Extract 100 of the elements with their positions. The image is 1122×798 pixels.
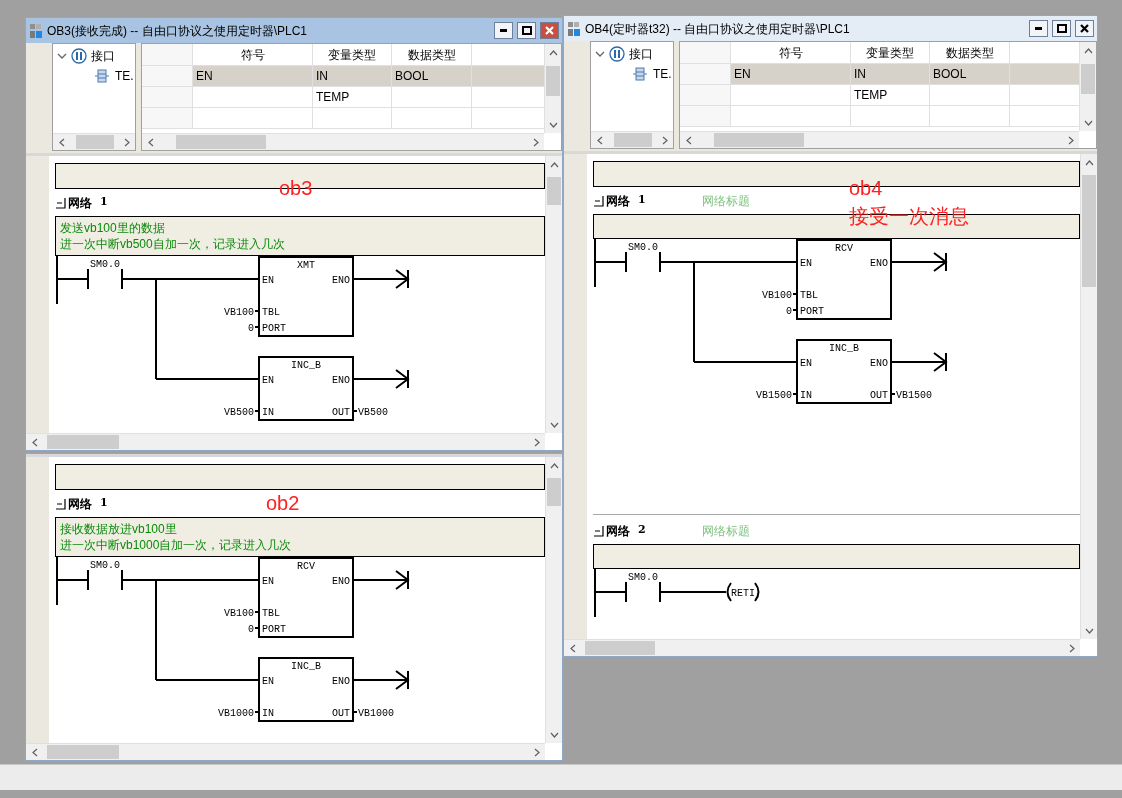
operand-label: VB1000 [218, 708, 254, 719]
row-header-cell[interactable] [680, 106, 731, 126]
scroll-down-icon[interactable] [549, 731, 559, 738]
scrollbar-thumb[interactable] [585, 641, 655, 655]
table-row[interactable]: TEMP [680, 85, 1079, 106]
column-header[interactable]: 符号 [193, 44, 313, 65]
horizontal-scrollbar[interactable] [26, 433, 545, 450]
horizontal-scrollbar[interactable] [564, 639, 1080, 656]
minimize-button[interactable] [1029, 20, 1048, 37]
collapse-icon[interactable] [55, 497, 66, 510]
scroll-up-icon[interactable] [1083, 47, 1093, 54]
scroll-up-icon[interactable] [549, 161, 559, 168]
vertical-scrollbar[interactable] [545, 156, 562, 433]
scroll-right-icon[interactable] [533, 747, 540, 757]
output-arrow [933, 352, 948, 372]
table-row[interactable]: EN IN BOOL [142, 66, 544, 87]
maximize-button[interactable] [1052, 20, 1071, 37]
vertical-scrollbar[interactable] [1080, 154, 1097, 639]
scrollbar-thumb[interactable] [547, 177, 561, 205]
close-button[interactable] [1075, 20, 1094, 37]
scroll-down-icon[interactable] [1083, 119, 1093, 126]
scroll-down-icon[interactable] [1084, 627, 1094, 634]
row-header-cell[interactable] [142, 66, 193, 86]
tree-item[interactable]: 接口 [91, 47, 115, 65]
scrollbar-thumb[interactable] [47, 745, 119, 759]
tree-item[interactable]: TE. [653, 65, 672, 83]
scroll-left-icon[interactable] [596, 135, 603, 145]
scroll-up-icon[interactable] [1084, 159, 1094, 166]
operand-label: 0 [786, 306, 792, 317]
minimize-icon [500, 29, 507, 32]
row-header-cell[interactable] [142, 108, 193, 128]
scroll-right-icon[interactable] [1067, 135, 1074, 145]
scroll-right-icon[interactable] [1068, 643, 1075, 653]
scrollbar-thumb[interactable] [76, 135, 114, 149]
tree-item[interactable]: TE. [115, 67, 134, 85]
operand-label: VB1500 [896, 390, 932, 401]
vertical-scrollbar[interactable] [544, 44, 561, 133]
scroll-left-icon[interactable] [147, 137, 154, 147]
network-label: 网络 [606, 522, 630, 540]
scroll-left-icon[interactable] [31, 437, 38, 447]
network-comment-box[interactable]: 发送vb100里的数据 进一次中断vb500自加一次，记录进入几次 [55, 216, 545, 256]
column-header[interactable]: 数据类型 [930, 42, 1010, 63]
pin-label: EN [262, 275, 274, 286]
horizontal-scrollbar[interactable] [26, 743, 545, 760]
pin-label: OUT [332, 407, 350, 418]
row-header-cell[interactable] [142, 87, 193, 107]
scroll-right-icon[interactable] [532, 137, 539, 147]
pin-label: TBL [262, 307, 280, 318]
network-comment-box[interactable] [593, 544, 1080, 569]
table-row[interactable]: TEMP [142, 87, 544, 108]
block-name: INC_B [829, 343, 859, 354]
scrollbar-thumb[interactable] [176, 135, 266, 149]
network-comment-box[interactable]: 接收数据放进vb100里 进一次中断vb1000自加一次，记录进入几次 [55, 517, 545, 557]
column-header[interactable]: 数据类型 [392, 44, 472, 65]
column-header[interactable]: 变量类型 [851, 42, 930, 63]
row-header-cell[interactable] [680, 85, 731, 105]
table-cell: EN [731, 64, 851, 84]
pin-label: PORT [262, 624, 286, 635]
row-header-cell[interactable] [680, 64, 731, 84]
scroll-left-icon[interactable] [569, 643, 576, 653]
scrollbar-thumb[interactable] [1082, 175, 1096, 287]
expand-icon[interactable] [57, 51, 67, 61]
scrollbar-thumb[interactable] [547, 478, 561, 506]
scroll-up-icon[interactable] [549, 462, 559, 469]
scrollbar-thumb[interactable] [714, 133, 804, 147]
program-comment-box[interactable] [55, 464, 545, 490]
maximize-button[interactable] [517, 22, 536, 39]
output-arrow [395, 369, 410, 389]
scroll-right-icon[interactable] [533, 437, 540, 447]
minimize-button[interactable] [494, 22, 513, 39]
comment-line: 进一次中断vb1000自加一次，记录进入几次 [60, 537, 293, 553]
horizontal-scrollbar[interactable] [680, 131, 1079, 148]
horizontal-scrollbar[interactable] [53, 133, 135, 150]
scroll-left-icon[interactable] [31, 747, 38, 757]
interface-icon [609, 46, 625, 62]
vertical-scrollbar[interactable] [1079, 42, 1096, 131]
scrollbar-thumb[interactable] [47, 435, 119, 449]
tree-item[interactable]: 接口 [629, 45, 653, 63]
collapse-icon[interactable] [593, 524, 604, 537]
scroll-right-icon[interactable] [123, 137, 130, 147]
collapse-icon[interactable] [55, 196, 66, 209]
scrollbar-thumb[interactable] [614, 133, 652, 147]
column-header[interactable]: 变量类型 [313, 44, 392, 65]
pin-label: PORT [800, 306, 824, 317]
table-row[interactable]: EN IN BOOL [680, 64, 1079, 85]
scroll-down-icon[interactable] [548, 121, 558, 128]
horizontal-scrollbar[interactable] [142, 133, 544, 150]
scrollbar-thumb[interactable] [1081, 64, 1095, 94]
scrollbar-thumb[interactable] [546, 66, 560, 96]
expand-icon[interactable] [595, 49, 605, 59]
scroll-down-icon[interactable] [549, 421, 559, 428]
column-header[interactable]: 符号 [731, 42, 851, 63]
scroll-left-icon[interactable] [685, 135, 692, 145]
horizontal-scrollbar[interactable] [591, 131, 673, 148]
vertical-scrollbar[interactable] [545, 457, 562, 743]
collapse-icon[interactable] [593, 194, 604, 207]
scroll-up-icon[interactable] [548, 49, 558, 56]
scroll-left-icon[interactable] [58, 137, 65, 147]
scroll-right-icon[interactable] [661, 135, 668, 145]
window-title: OB3(接收完成) -- 自由口协议之使用定时器\PLC1 [47, 22, 308, 40]
